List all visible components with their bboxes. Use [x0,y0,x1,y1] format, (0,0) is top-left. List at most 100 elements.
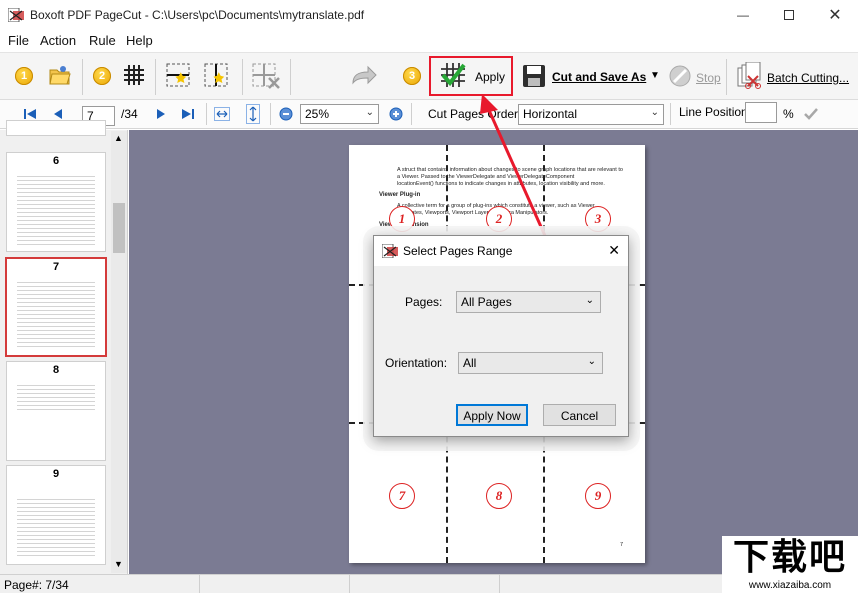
app-icon [8,8,24,22]
line-position-input[interactable] [745,102,777,123]
cut-save-label[interactable]: Cut and Save As [552,70,646,84]
dialog-close-icon[interactable]: ✕ [608,242,620,259]
thumbnail-number: 7 [7,261,105,273]
thumbnail-page-selected[interactable]: 7 [6,258,106,356]
percent-label: % [783,107,794,121]
toolbar-separator [155,59,156,95]
toolbar-separator [411,103,412,125]
status-cell [200,575,350,593]
thumbnail-preview [17,496,95,558]
zoom-select[interactable]: 25% ⌄ [300,104,379,124]
menu-file[interactable]: File [8,33,29,48]
page-heading: Viewer Plug-in [379,192,420,199]
open-folder-icon[interactable] [48,63,72,87]
zoom-in-button[interactable] [388,106,404,122]
scroll-up-icon[interactable]: ▲ [114,133,123,143]
batch-cutting-label[interactable]: Batch Cutting... [767,71,849,85]
status-page: Page#: 7/34 [4,578,69,592]
last-page-icon [181,107,195,121]
add-horizontal-line-icon[interactable] [165,62,195,90]
thumbnail-page[interactable]: 9 [6,465,106,565]
toolbar-separator [206,103,207,125]
dialog-app-icon [382,244,398,258]
minimize-button[interactable]: — [720,0,766,30]
toolbar-separator [290,59,291,95]
menu-rule[interactable]: Rule [89,33,116,48]
next-page-icon [154,107,168,121]
site-watermark: 下载吧 www.xiazaiba.com [722,536,858,593]
thumbnail-preview [17,173,95,245]
step-1-badge: 1 [15,67,33,85]
step-3-badge: 3 [403,67,421,85]
zoom-out-button[interactable] [278,106,294,122]
pages-label: Pages: [405,295,442,309]
thumbnail-5-partial[interactable] [6,120,106,136]
toolbar-separator [82,59,83,95]
zoom-in-icon [389,107,403,121]
first-page-icon [23,107,37,121]
chevron-down-icon: ⌄ [586,295,594,306]
thumbnail-sidebar: 6 7 8 9 [0,130,128,574]
region-number: 8 [486,483,512,509]
status-cell [350,575,500,593]
fit-width-icon [214,107,230,121]
batch-pdf-icon[interactable] [736,62,764,90]
close-icon: ✕ [828,5,841,25]
chevron-down-icon: ⌄ [651,107,659,118]
next-page-button[interactable] [153,106,169,122]
dialog-title: Select Pages Range [403,244,512,258]
pages-select[interactable]: All Pages ⌄ [456,291,601,313]
page-total: /34 [121,107,138,121]
menu-help[interactable]: Help [126,33,153,48]
cancel-button[interactable]: Cancel [543,404,616,426]
line-position-label: Line Position: [679,105,751,119]
dialog-title-bar: Select Pages Range ✕ [374,236,628,266]
toolbar-separator [242,59,243,95]
zoom-out-icon [279,107,293,121]
redo-icon[interactable] [350,65,378,87]
toolbar-separator [270,103,271,125]
close-button[interactable]: ✕ [812,0,858,30]
sidebar-scrollbar[interactable]: ▲ ▼ [111,131,127,573]
thumbnail-number: 6 [7,155,105,167]
pages-value: All Pages [461,295,512,309]
fit-height-icon [246,104,260,124]
menu-bar: File Action Rule Help [0,30,858,52]
orientation-select[interactable]: All ⌄ [458,352,603,374]
thumbnail-preview [17,279,95,349]
step-2-badge: 2 [93,67,111,85]
confirm-check-icon[interactable] [803,107,819,121]
last-page-button[interactable] [180,106,196,122]
status-cell: Page#: 7/34 [0,575,200,593]
toolbar-separator [726,59,727,95]
add-vertical-line-icon[interactable] [203,62,233,90]
navigation-toolbar: 7 /34 25% ⌄ Cut Pages Order: Horizontal … [0,100,858,129]
maximize-icon [784,10,794,20]
scroll-down-icon[interactable]: ▼ [114,559,123,569]
grid-icon[interactable] [122,63,146,87]
save-disk-icon[interactable] [522,64,546,88]
toolbar-separator [670,103,671,125]
chevron-down-icon[interactable]: ▼ [650,70,660,81]
annotation-arrow [470,90,560,240]
watermark-url: www.xiazaiba.com [722,580,858,593]
chevron-down-icon: ⌄ [588,356,596,367]
title-bar: Boxoft PDF PageCut - C:\Users\pc\Documen… [0,0,858,30]
page-footer-number: 7 [620,542,623,549]
scrollbar-thumb[interactable] [113,203,125,253]
chevron-down-icon: ⌄ [366,107,374,118]
watermark-logo-text: 下载吧 [722,536,858,580]
orientation-value: All [463,356,476,370]
thumbnail-page[interactable]: 6 [6,152,106,252]
delete-lines-icon[interactable] [251,62,281,90]
fit-width-button[interactable] [214,106,230,122]
zoom-value: 25% [305,107,329,121]
thumbnail-preview [17,382,95,410]
fit-height-button[interactable] [245,104,261,124]
thumbnail-page[interactable]: 8 [6,361,106,461]
previous-page-icon [51,107,65,121]
menu-action[interactable]: Action [40,33,76,48]
maximize-button[interactable] [766,0,812,30]
stop-label: Stop [696,71,721,85]
apply-now-button[interactable]: Apply Now [456,404,528,426]
